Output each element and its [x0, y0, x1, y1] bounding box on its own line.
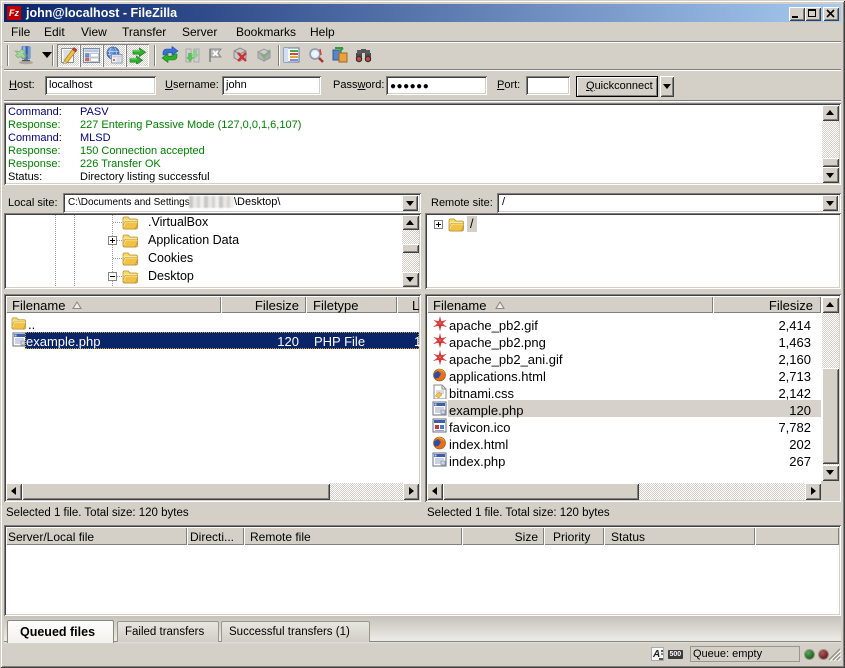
svg-text:Fz: Fz: [9, 8, 19, 18]
